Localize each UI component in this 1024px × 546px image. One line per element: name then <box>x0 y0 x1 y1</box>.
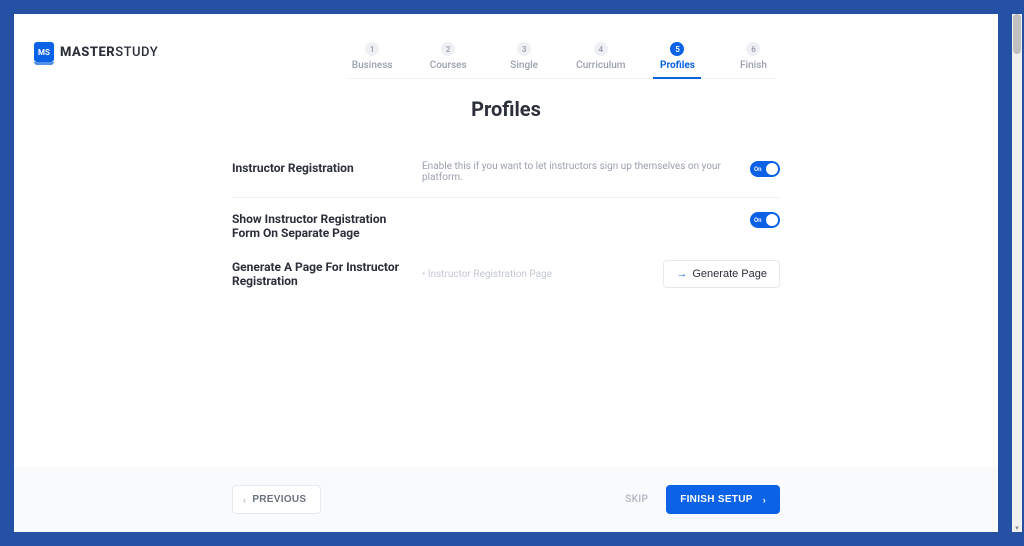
previous-button[interactable]: ‹ PREVIOUS <box>232 485 321 514</box>
step-label: Profiles <box>660 60 695 71</box>
step-number: 1 <box>365 42 379 56</box>
skip-link[interactable]: SKIP <box>625 494 648 505</box>
step-number: 3 <box>517 42 531 56</box>
step-label: Courses <box>430 60 467 71</box>
toggle-knob <box>766 214 778 226</box>
toggle-knob <box>766 163 778 175</box>
toggle-state-label: On <box>754 217 762 224</box>
step-label: Single <box>510 60 538 71</box>
step-single[interactable]: 3 Single <box>500 42 548 78</box>
scrollbar[interactable]: ▴ ▾ <box>1012 14 1022 532</box>
page-title: Profiles <box>471 97 541 121</box>
setting-instructor-registration: Instructor Registration Enable this if y… <box>232 147 780 198</box>
step-number: 6 <box>746 42 760 56</box>
step-label: Finish <box>740 60 767 71</box>
chevron-left-icon: ‹ <box>243 495 246 505</box>
setting-subtext: Instructor Registration Page <box>422 269 643 280</box>
arrow-right-icon: → <box>676 268 687 280</box>
generate-page-button[interactable]: → Generate Page <box>663 260 780 288</box>
wizard-stepper: 1 Business 2 Courses 3 Single 4 Curricul… <box>348 42 777 79</box>
setting-label: Instructor Registration <box>232 161 402 175</box>
step-courses[interactable]: 2 Courses <box>424 42 472 78</box>
chevron-right-icon: › <box>763 495 766 505</box>
step-label: Curriculum <box>576 60 625 71</box>
scrollbar-thumb[interactable] <box>1013 14 1021 54</box>
setting-label: Show Instructor Registration Form On Sep… <box>232 212 402 240</box>
previous-button-label: PREVIOUS <box>252 494 306 505</box>
step-number: 2 <box>441 42 455 56</box>
setting-separate-page: Show Instructor Registration Form On Sep… <box>232 198 780 254</box>
toggle-state-label: On <box>754 166 762 173</box>
setting-label: Generate A Page For Instructor Registrat… <box>232 260 402 288</box>
toggle-separate-page[interactable]: On <box>750 212 780 228</box>
step-number: 4 <box>594 42 608 56</box>
step-profiles[interactable]: 5 Profiles <box>653 42 701 79</box>
settings-list: Instructor Registration Enable this if y… <box>232 147 780 302</box>
step-curriculum[interactable]: 4 Curriculum <box>576 42 625 78</box>
setting-description: Enable this if you want to let instructo… <box>422 161 730 183</box>
logo-text: MASTERSTUDY <box>60 45 158 60</box>
finish-setup-button[interactable]: FINISH SETUP › <box>666 485 780 514</box>
finish-setup-button-label: FINISH SETUP <box>680 494 753 505</box>
wizard-footer: ‹ PREVIOUS SKIP FINISH SETUP › <box>14 467 998 532</box>
step-label: Business <box>352 60 393 71</box>
step-number: 5 <box>670 42 684 56</box>
logo-icon: MS <box>34 42 54 62</box>
logo: MS MASTERSTUDY <box>34 42 158 62</box>
toggle-instructor-registration[interactable]: On <box>750 161 780 177</box>
logo-text-light: STUDY <box>115 45 158 60</box>
setting-generate-page: Generate A Page For Instructor Registrat… <box>232 254 780 302</box>
step-finish[interactable]: 6 Finish <box>729 42 777 78</box>
scrollbar-down-icon[interactable]: ▾ <box>1013 523 1021 533</box>
logo-text-bold: MASTER <box>60 45 115 60</box>
generate-page-button-label: Generate Page <box>692 268 767 280</box>
step-business[interactable]: 1 Business <box>348 42 396 78</box>
